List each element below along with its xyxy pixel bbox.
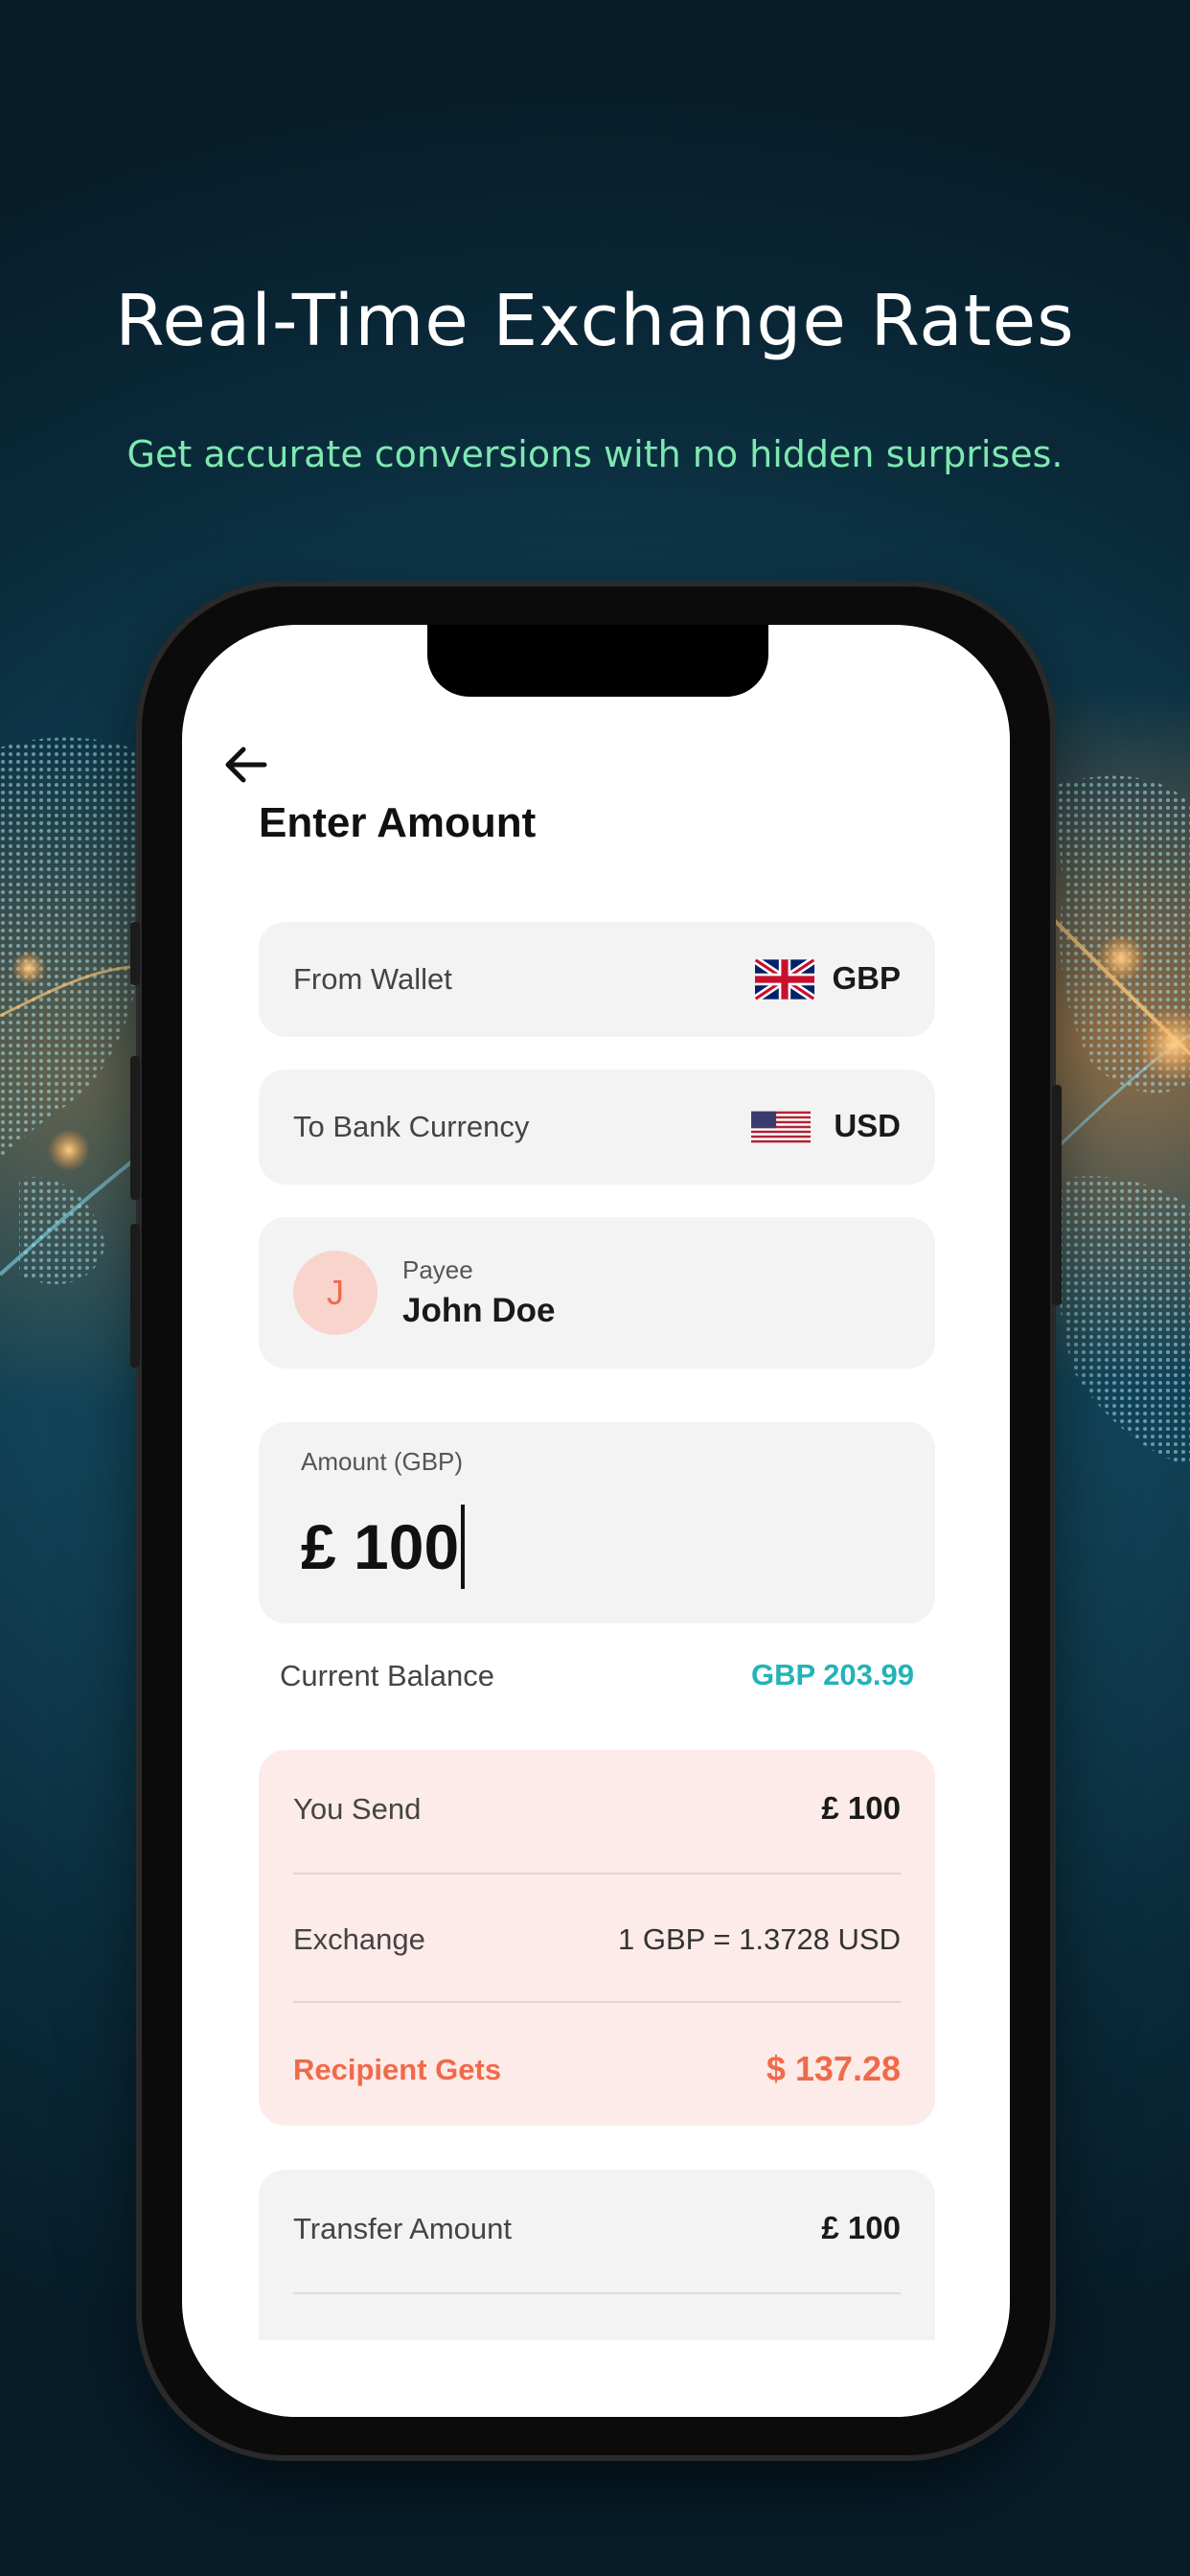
amount-value: £ 100 bbox=[301, 1511, 460, 1582]
from-wallet-currency: GBP bbox=[832, 960, 901, 996]
you-send-value: £ 100 bbox=[821, 1790, 901, 1826]
you-send-label: You Send bbox=[293, 1792, 422, 1826]
transfer-summary-card: You Send £ 100 Exchange 1 GBP = 1.3728 U… bbox=[259, 1750, 935, 2126]
text-caret bbox=[461, 1505, 466, 1589]
phone-side-button bbox=[130, 922, 140, 985]
from-wallet-label: From Wallet bbox=[293, 962, 452, 996]
screen-bottom-edge bbox=[182, 2340, 1010, 2417]
recipient-gets-label: Recipient Gets bbox=[293, 2053, 502, 2086]
us-flag-icon bbox=[751, 1111, 811, 1143]
exchange-label: Exchange bbox=[293, 1922, 425, 1956]
summary-divider bbox=[293, 2001, 901, 2003]
transfer-amount-label: Transfer Amount bbox=[293, 2212, 513, 2245]
to-bank-currency-selector[interactable]: To Bank Currency USD bbox=[259, 1070, 935, 1184]
phone-notch bbox=[427, 625, 768, 697]
phone-side-button bbox=[1052, 1085, 1062, 1305]
phone-side-button bbox=[130, 1224, 140, 1368]
phone-side-button bbox=[130, 1056, 140, 1200]
back-arrow-icon[interactable] bbox=[220, 738, 274, 792]
to-bank-currency-value: USD bbox=[834, 1108, 901, 1143]
recipient-gets-value: $ 137.28 bbox=[766, 2049, 901, 2088]
transfer-amount-value: £ 100 bbox=[821, 2210, 901, 2245]
summary-divider bbox=[293, 1873, 901, 1874]
app-screen: Enter Amount From Wallet GBP To Bank Cur… bbox=[182, 625, 1010, 2417]
to-bank-currency-label: To Bank Currency bbox=[293, 1110, 530, 1143]
from-wallet-selector[interactable]: From Wallet GBP bbox=[259, 922, 935, 1037]
payee-label: Payee bbox=[402, 1255, 473, 1284]
uk-flag-icon bbox=[755, 958, 814, 1000]
payee-avatar: J bbox=[293, 1251, 378, 1335]
amount-label: Amount (GBP) bbox=[301, 1447, 464, 1476]
current-balance-value: GBP 203.99 bbox=[750, 1658, 914, 1691]
transfer-divider bbox=[293, 2292, 901, 2294]
current-balance-label: Current Balance bbox=[280, 1659, 495, 1692]
promo-headline: Real-Time Exchange Rates bbox=[115, 280, 1075, 362]
exchange-rate-value: 1 GBP = 1.3728 USD bbox=[618, 1922, 901, 1956]
payee-name: John Doe bbox=[402, 1292, 556, 1329]
phone-frame: Enter Amount From Wallet GBP To Bank Cur… bbox=[130, 586, 1062, 2455]
amount-input[interactable]: Amount (GBP) £ 100 bbox=[259, 1422, 935, 1623]
promo-subheadline: Get accurate conversions with no hidden … bbox=[126, 433, 1064, 475]
page-title: Enter Amount bbox=[259, 799, 537, 846]
payee-card[interactable]: J Payee John Doe bbox=[259, 1217, 935, 1368]
